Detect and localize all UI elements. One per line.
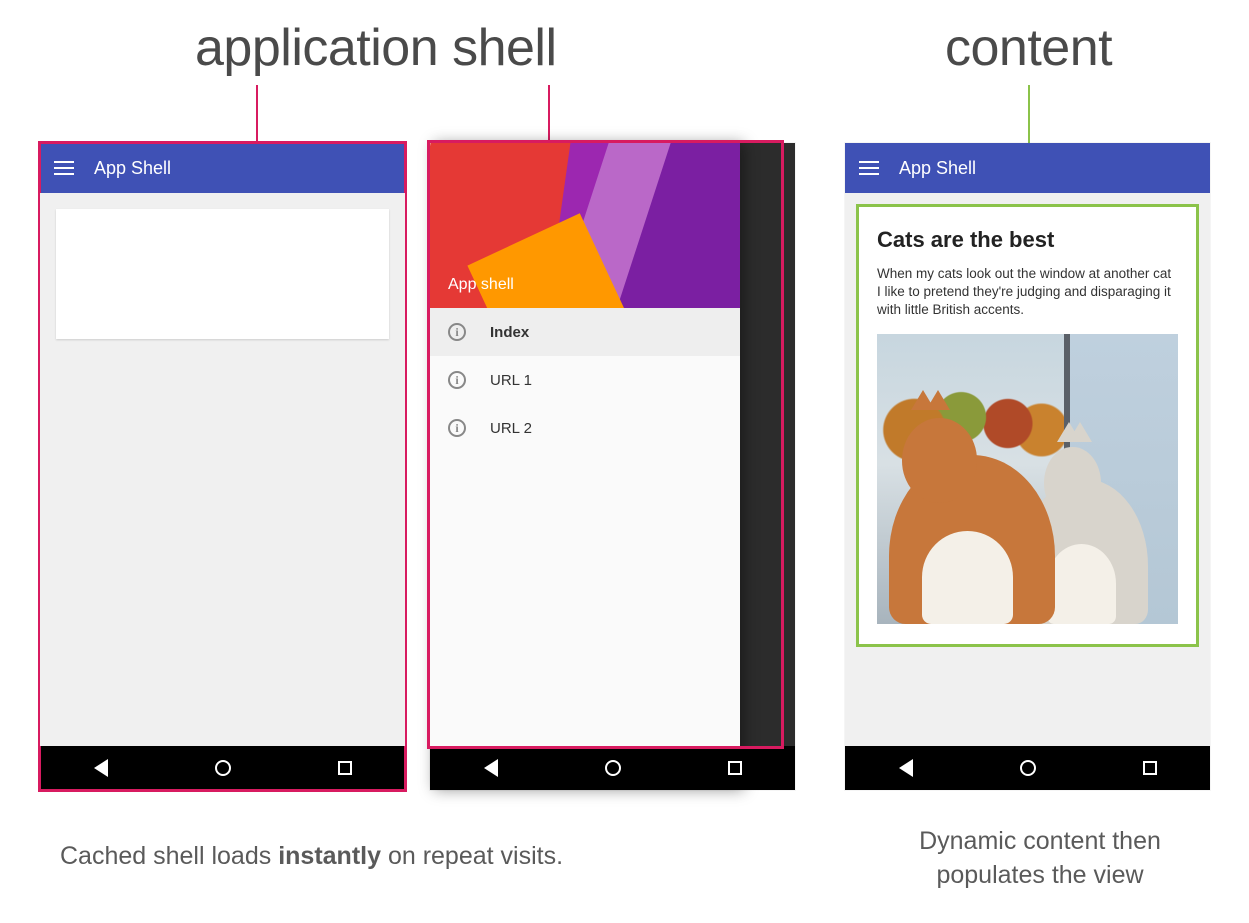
nav-recent-icon[interactable]	[338, 761, 352, 775]
content-card: Cats are the best When my cats look out …	[859, 207, 1196, 644]
nav-recent-icon[interactable]	[728, 761, 742, 775]
content-title: Cats are the best	[877, 227, 1178, 253]
nav-home-icon[interactable]	[215, 760, 231, 776]
drawer-item-label: Index	[490, 324, 529, 341]
empty-content-card	[56, 209, 389, 339]
drawer-item-url1[interactable]: i URL 1	[430, 356, 740, 404]
drawer-item-label: URL 2	[490, 420, 532, 437]
drawer-header-label: App shell	[448, 276, 514, 294]
info-icon: i	[448, 419, 466, 437]
heading-app-shell: application shell	[195, 18, 557, 78]
hamburger-icon[interactable]	[54, 161, 74, 175]
appbar-title: App Shell	[899, 158, 976, 179]
phone-body	[40, 193, 405, 746]
appbar-title: App Shell	[94, 158, 171, 179]
nav-recent-icon[interactable]	[1143, 761, 1157, 775]
phone-body: Cats are the best When my cats look out …	[845, 193, 1210, 746]
drawer-item-url2[interactable]: i URL 2	[430, 404, 740, 452]
info-icon: i	[448, 371, 466, 389]
android-navbar	[430, 746, 795, 790]
phone-shell-empty: App Shell	[40, 143, 405, 790]
caption-content: Dynamic content then populates the view	[885, 825, 1195, 893]
nav-home-icon[interactable]	[605, 760, 621, 776]
nav-drawer: App shell i Index i URL 1 i URL 2	[430, 143, 740, 790]
phone-content: App Shell Cats are the best When my cats…	[845, 143, 1210, 790]
connector-shell-left	[256, 85, 258, 143]
content-body: When my cats look out the window at anot…	[877, 265, 1178, 320]
appbar: App Shell	[40, 143, 405, 193]
nav-back-icon[interactable]	[484, 759, 498, 777]
hamburger-icon[interactable]	[859, 161, 879, 175]
connector-shell-right	[548, 85, 550, 143]
appbar: App Shell	[845, 143, 1210, 193]
heading-content: content	[945, 18, 1112, 78]
drawer-header: App shell	[430, 143, 740, 308]
nav-back-icon[interactable]	[899, 759, 913, 777]
caption-shell-post: on repeat visits.	[381, 842, 563, 870]
drawer-item-label: URL 1	[490, 372, 532, 389]
phone-shell-drawer: App shell i Index i URL 1 i URL 2	[430, 143, 795, 790]
nav-back-icon[interactable]	[94, 759, 108, 777]
drawer-list: i Index i URL 1 i URL 2	[430, 308, 740, 452]
caption-shell-pre: Cached shell loads	[60, 842, 278, 870]
info-icon: i	[448, 323, 466, 341]
content-image-cats	[877, 334, 1178, 624]
caption-shell-strong: instantly	[278, 842, 381, 870]
caption-shell: Cached shell loads instantly on repeat v…	[60, 840, 563, 874]
nav-home-icon[interactable]	[1020, 760, 1036, 776]
android-navbar	[40, 746, 405, 790]
drawer-item-index[interactable]: i Index	[430, 308, 740, 356]
android-navbar	[845, 746, 1210, 790]
